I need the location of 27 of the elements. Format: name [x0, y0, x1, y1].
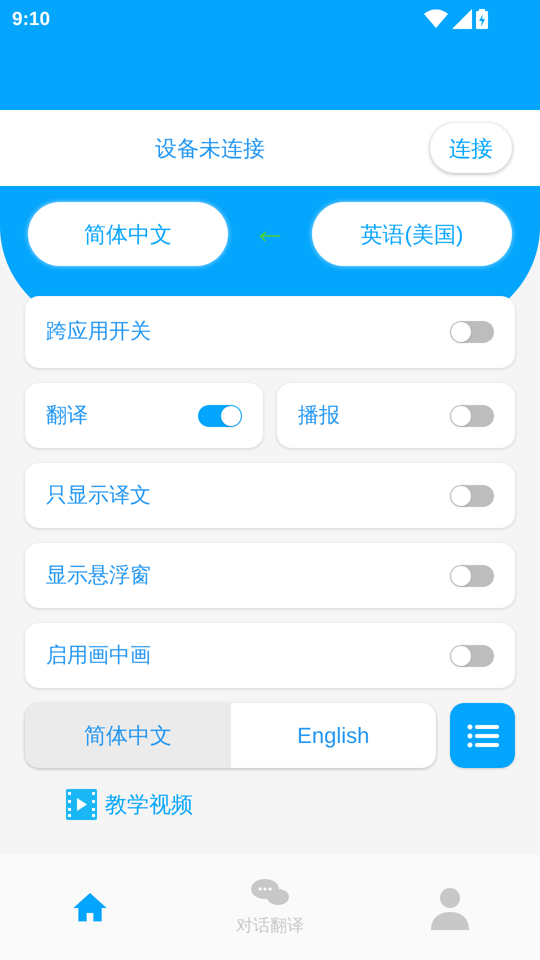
connect-button[interactable]: 连接: [430, 123, 512, 173]
toggle-switch[interactable]: [198, 404, 242, 426]
setting-label: 翻译: [46, 402, 88, 429]
video-icon: [66, 789, 97, 820]
toggle-switch[interactable]: [450, 564, 494, 586]
toggle-switch[interactable]: [450, 321, 494, 343]
wifi-icon: [424, 9, 448, 29]
setting-label: 显示悬浮窗: [46, 562, 151, 589]
language-segment[interactable]: 简体中文: [25, 703, 230, 768]
list-icon: [466, 724, 498, 748]
language-segment[interactable]: English: [230, 703, 436, 768]
signal-icon: [452, 9, 472, 29]
target-language-button[interactable]: 英语(美国): [312, 202, 512, 266]
toggle-switch[interactable]: [450, 644, 494, 666]
menu-button[interactable]: [450, 703, 515, 768]
device-status: 设备未连接: [155, 134, 265, 162]
person-icon: [430, 886, 470, 930]
battery-icon: [476, 9, 488, 29]
toggle-switch[interactable]: [450, 484, 494, 506]
toggle-switch[interactable]: [450, 404, 494, 426]
source-language-button[interactable]: 简体中文: [28, 202, 228, 266]
setting-label: 只显示译文: [46, 482, 151, 509]
setting-label: 跨应用开关: [46, 319, 151, 346]
status-time: 9:10: [12, 8, 50, 32]
tutorial-video-link[interactable]: 教学视频: [105, 788, 193, 821]
setting-label: 播报: [298, 402, 340, 429]
setting-label: 启用画中画: [46, 642, 151, 669]
